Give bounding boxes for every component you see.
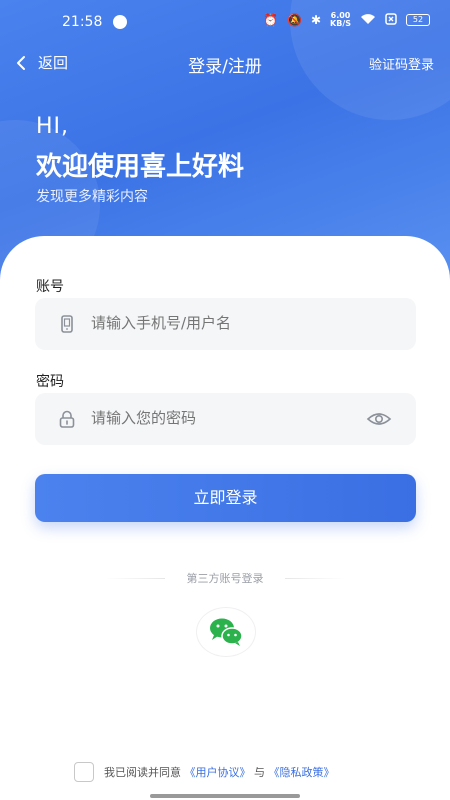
agreement-checkbox[interactable] xyxy=(74,762,94,782)
home-indicator xyxy=(150,794,300,798)
third-party-divider: 第三方账号登录 xyxy=(0,570,450,586)
wifi-icon xyxy=(360,13,376,28)
bluetooth-icon: ✱ xyxy=(310,13,322,27)
status-bar: 21:58 ⏰ 🔕 ✱ 6.00 KB/S 52 xyxy=(0,0,450,44)
app-notification-icon xyxy=(113,15,127,29)
greeting-hi: HI, xyxy=(36,114,70,139)
agreement-row: 我已阅读并同意 《用户协议》 与 《隐私政策》 xyxy=(0,762,450,782)
phone-icon xyxy=(61,315,73,333)
privacy-policy-link[interactable]: 《隐私政策》 xyxy=(269,766,335,779)
net-speed-unit: KB/S xyxy=(330,19,351,28)
agreement-conjunction: 与 xyxy=(254,766,265,779)
account-input[interactable] xyxy=(91,314,371,332)
battery-icon: 52 xyxy=(406,14,430,26)
navigation-bar: 返回 登录/注册 验证码登录 xyxy=(0,44,450,84)
password-label: 密码 xyxy=(36,374,64,390)
net-speed: 6.00 KB/S xyxy=(330,12,351,28)
lock-icon xyxy=(59,410,75,428)
greeting-subtitle: 发现更多精彩内容 xyxy=(36,189,148,205)
alarm-icon: ⏰ xyxy=(263,13,278,27)
eye-icon[interactable] xyxy=(366,409,392,429)
divider-line xyxy=(285,578,345,579)
greeting-title: 欢迎使用喜上好料 xyxy=(36,152,245,182)
third-party-title: 第三方账号登录 xyxy=(186,572,264,585)
password-input[interactable] xyxy=(91,409,371,427)
account-label: 账号 xyxy=(36,279,64,295)
login-button[interactable]: 立即登录 xyxy=(35,474,416,522)
sim-icon xyxy=(385,12,397,28)
agreement-prefix: 我已阅读并同意 xyxy=(104,766,181,779)
wechat-login-button[interactable] xyxy=(197,608,255,656)
status-icons: ⏰ 🔕 ✱ 6.00 KB/S 52 xyxy=(263,12,430,28)
password-field[interactable] xyxy=(35,393,416,445)
mute-icon: 🔕 xyxy=(287,13,302,27)
wechat-icon xyxy=(210,618,243,646)
agreement-text: 我已阅读并同意 《用户协议》 与 《隐私政策》 xyxy=(104,764,335,780)
sms-code-login-link[interactable]: 验证码登录 xyxy=(369,54,434,73)
status-time: 21:58 xyxy=(62,14,103,30)
account-field[interactable] xyxy=(35,298,416,350)
user-agreement-link[interactable]: 《用户协议》 xyxy=(185,766,251,779)
